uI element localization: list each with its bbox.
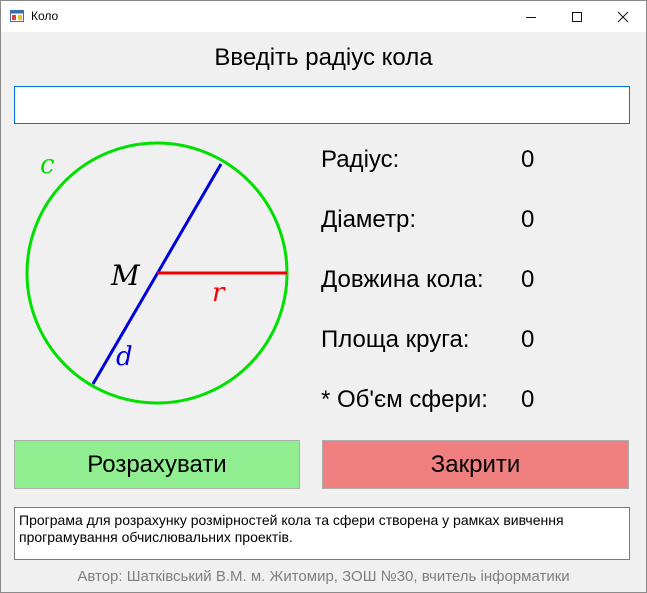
radius-label: r bbox=[212, 278, 226, 308]
circumference-label: c bbox=[40, 150, 55, 180]
author-label: Автор: Шатківський В.М. м. Житомир, ЗОШ … bbox=[77, 568, 570, 585]
diameter-label: d bbox=[116, 342, 133, 372]
area-result-value: 0 bbox=[521, 326, 535, 353]
radius-result-label: Радіус: bbox=[321, 146, 400, 173]
circle-diagram: c M r d bbox=[25, 141, 289, 405]
sphere-volume-result-label: * Об'єм сфери: bbox=[321, 386, 488, 413]
radius-result-value: 0 bbox=[521, 146, 535, 173]
close-window-button[interactable] bbox=[600, 1, 646, 32]
maximize-button[interactable] bbox=[554, 1, 600, 32]
calculate-button[interactable]: Розрахувати bbox=[14, 440, 300, 489]
title-bar[interactable]: Коло bbox=[1, 1, 646, 32]
window-title: Коло bbox=[31, 9, 59, 23]
area-result-label: Площа круга: bbox=[321, 326, 470, 353]
diameter-result-value: 0 bbox=[521, 206, 535, 233]
minimize-button[interactable] bbox=[508, 1, 554, 32]
app-window: Коло Введіть радіус кола c M r d Радіус:… bbox=[0, 0, 647, 593]
close-button[interactable]: Закрити bbox=[322, 440, 629, 489]
diameter-result-label: Діаметр: bbox=[321, 206, 416, 233]
close-icon bbox=[617, 11, 629, 22]
radius-input[interactable] bbox=[14, 86, 630, 124]
maximize-icon bbox=[572, 11, 582, 22]
circumference-result-label: Довжина кола: bbox=[321, 266, 484, 293]
minimize-icon bbox=[526, 16, 536, 18]
circumference-result-value: 0 bbox=[521, 266, 535, 293]
description-box: Програма для розрахунку розмірностей кол… bbox=[14, 507, 630, 560]
windows-form-icon bbox=[10, 10, 24, 22]
center-label: M bbox=[110, 259, 141, 292]
sphere-volume-result-value: 0 bbox=[521, 386, 535, 413]
page-title: Введіть радіус кола bbox=[214, 44, 433, 71]
